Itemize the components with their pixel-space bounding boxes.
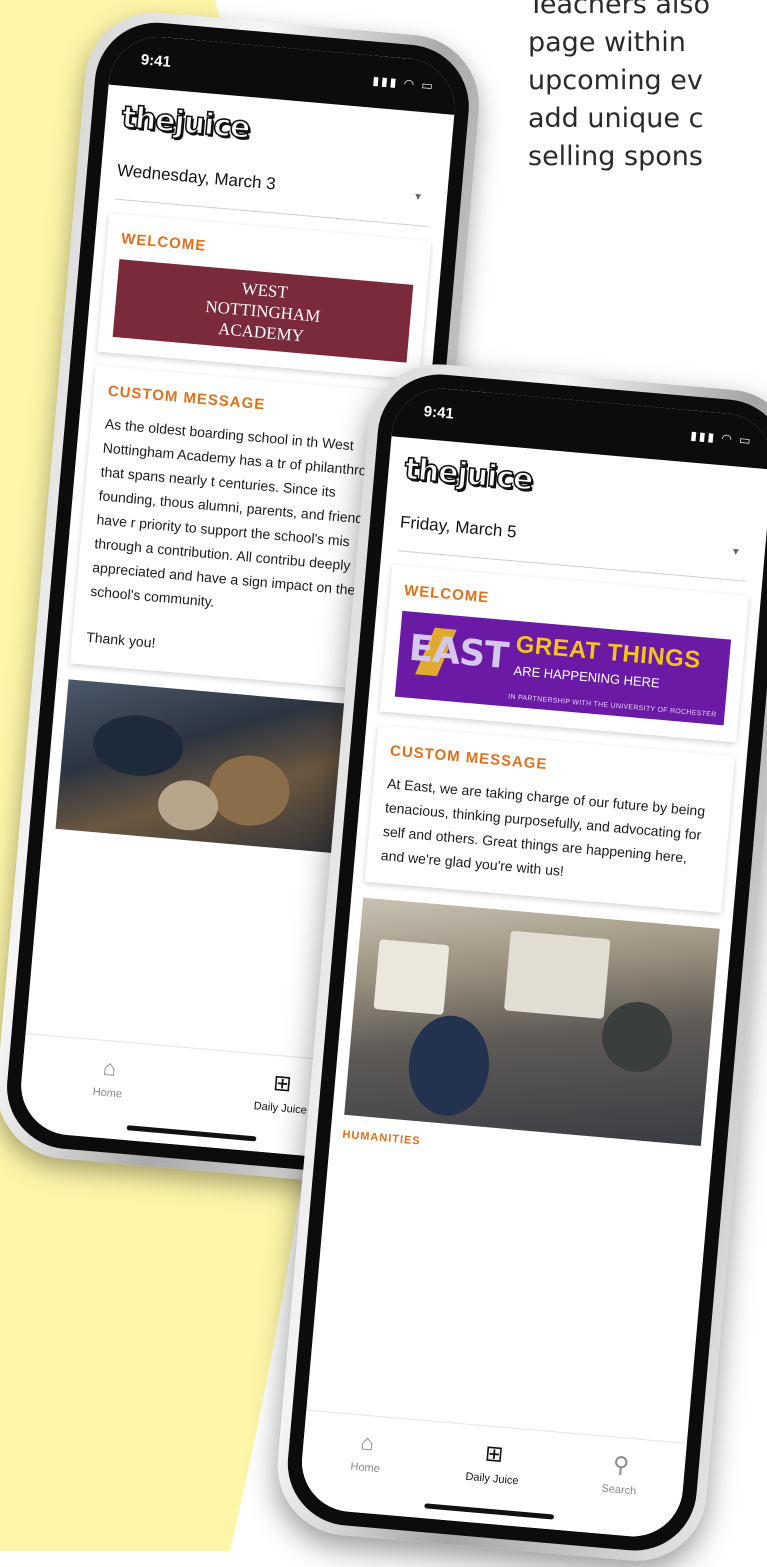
banner-partner: IN PARTNERSHIP WITH THE UNIVERSITY OF RO… bbox=[507, 693, 717, 719]
copy-line: Teachers also bbox=[528, 0, 711, 20]
phone-screen: 9:41 ▮▮▮ ◠ ▭ thejuice Friday, March 5 ▼ … bbox=[297, 384, 767, 1541]
juice-cup-icon: ⊞ bbox=[483, 1440, 505, 1467]
date-label: Wednesday, March 3 bbox=[116, 160, 277, 194]
status-time: 9:41 bbox=[140, 51, 172, 71]
tab-bar: ⌂ Home ⊞ Daily Juice ⚲ Search bbox=[297, 1409, 687, 1541]
school-banner: WEST NOTTINGHAM ACADEMY bbox=[112, 259, 414, 363]
date-label: Friday, March 5 bbox=[399, 512, 518, 542]
copy-line: add unique c bbox=[528, 103, 704, 134]
copy-line: page within bbox=[528, 27, 686, 58]
closing-text: Thank you! bbox=[85, 628, 157, 651]
copy-line: upcoming ev bbox=[528, 65, 703, 96]
tab-label: Search bbox=[600, 1482, 637, 1498]
copy-line: selling spons bbox=[528, 141, 703, 172]
status-icons: ▮▮▮ ◠ ▭ bbox=[372, 73, 436, 93]
tab-home[interactable]: ⌂ Home bbox=[316, 1426, 413, 1517]
search-icon: ⚲ bbox=[611, 1451, 631, 1478]
welcome-card: WELCOME WEST NOTTINGHAM ACADEMY bbox=[97, 213, 432, 380]
marketing-copy: Teachers also page within upcoming ev ad… bbox=[528, 0, 767, 176]
chevron-down-icon: ▼ bbox=[412, 191, 424, 203]
status-time: 9:41 bbox=[423, 403, 455, 423]
classroom-photo[interactable] bbox=[344, 897, 720, 1146]
home-icon: ⌂ bbox=[101, 1054, 118, 1081]
tab-label: Daily Juice bbox=[253, 1100, 308, 1117]
welcome-card: WELCOME EAST GREAT THINGS ARE HAPPENING … bbox=[379, 564, 749, 743]
chevron-down-icon: ▼ bbox=[730, 545, 742, 558]
east-logo-text: EAST bbox=[407, 627, 510, 678]
tab-label: Home bbox=[350, 1460, 381, 1476]
juice-cup-icon: ⊞ bbox=[272, 1069, 293, 1097]
home-icon: ⌂ bbox=[359, 1429, 376, 1456]
tab-label: Home bbox=[92, 1086, 123, 1101]
tab-search[interactable]: ⚲ Search bbox=[570, 1448, 667, 1539]
status-icons: ▮▮▮ ◠ ▭ bbox=[689, 428, 754, 448]
custom-message-card: CUSTOM MESSAGE At East, we are taking ch… bbox=[364, 725, 735, 913]
school-banner: EAST GREAT THINGS ARE HAPPENING HERE IN … bbox=[394, 610, 732, 726]
custom-message-text: At East, we are taking charge of our fut… bbox=[380, 775, 706, 879]
tab-label: Daily Juice bbox=[464, 1470, 520, 1488]
